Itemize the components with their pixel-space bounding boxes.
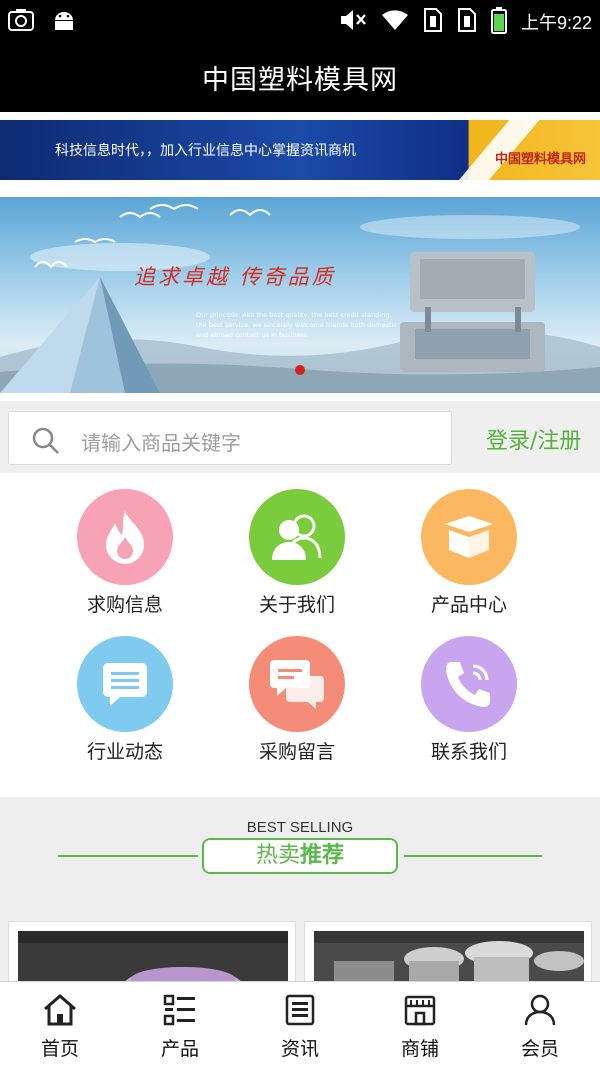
nav-label: 资讯 <box>280 1038 319 1060</box>
nav-label: 商铺 <box>400 1038 439 1060</box>
best-selling-cn-bold: 推荐 <box>300 843 345 868</box>
nav-news[interactable]: 资讯 <box>240 982 360 1067</box>
search-icon <box>31 426 61 460</box>
nav-home[interactable]: 首页 <box>0 982 120 1067</box>
people-icon <box>249 489 345 585</box>
nav-label: 首页 <box>40 1038 79 1060</box>
grid-label: 求购信息 <box>86 594 163 616</box>
grid-label: 采购留言 <box>258 741 335 763</box>
best-selling-cn-normal: 热卖 <box>255 843 300 868</box>
box-icon <box>421 489 517 585</box>
nav-label: 产品 <box>160 1038 199 1060</box>
camera-icon <box>8 8 34 36</box>
android-icon <box>52 8 76 36</box>
nav-store[interactable]: 商铺 <box>360 982 480 1067</box>
hero-background-art <box>0 204 600 393</box>
sim2-icon <box>457 7 477 37</box>
ad-banner[interactable]: 科技信息时代，，加入行业信息中心掌握资讯商机 中国塑料模具网 <box>0 120 600 180</box>
grid-label: 关于我们 <box>258 594 335 616</box>
carousel-dot-active[interactable] <box>295 365 305 375</box>
ad-banner-text: 科技信息时代，，加入行业信息中心掌握资讯商机 <box>55 143 356 159</box>
app-title: 中国塑料模具网 <box>202 64 398 96</box>
flame-icon <box>77 489 173 585</box>
wifi-icon <box>381 8 409 36</box>
grid-item-product-center[interactable]: 产品中心 <box>384 489 554 617</box>
chat-bubbles-icon <box>249 636 345 732</box>
app-header: 中国塑料模具网 <box>0 42 600 112</box>
nav-label: 会员 <box>520 1038 559 1060</box>
nav-products[interactable]: 产品 <box>120 982 240 1067</box>
grid-item-purchase-message[interactable]: 采购留言 <box>212 636 382 764</box>
product-list <box>0 897 600 991</box>
hero-caption: Our principle: Aka the best quality, the… <box>196 311 397 339</box>
status-bar: 上午9:22 <box>0 0 600 42</box>
grid-item-about-us[interactable]: 关于我们 <box>212 489 382 617</box>
nav-member[interactable]: 会员 <box>480 982 600 1067</box>
hero-slogan: 追求卓越 传奇品质 <box>134 265 336 289</box>
best-selling-header: BEST SELLING 热卖推荐 <box>0 797 600 897</box>
grid-item-purchase-info[interactable]: 求购信息 <box>40 489 210 617</box>
mute-icon <box>339 7 367 37</box>
divider <box>404 855 542 857</box>
home-icon <box>0 994 120 1026</box>
grid-label: 产品中心 <box>430 594 507 616</box>
bottom-nav: 首页 产品 资讯 商铺 会员 <box>0 981 600 1067</box>
user-icon <box>480 994 600 1026</box>
grid-item-contact-us[interactable]: 联系我们 <box>384 636 554 764</box>
search-row: 请输入商品关键字 登录/注册 <box>0 401 600 473</box>
best-selling-en: BEST SELLING <box>246 819 354 836</box>
login-register-link[interactable]: 登录/注册 <box>486 423 581 455</box>
category-grid: 求购信息 关于我们 产品中心 行业动态 采购留言 联系我们 <box>0 473 600 797</box>
grid-label: 联系我们 <box>430 741 507 763</box>
message-icon <box>77 636 173 732</box>
battery-icon <box>490 6 507 38</box>
best-selling-title: 热卖推荐 <box>202 838 398 874</box>
store-icon <box>360 994 480 1026</box>
divider <box>58 855 198 857</box>
news-icon <box>240 994 360 1026</box>
clock-time: 上午9:22 <box>520 13 592 33</box>
search-input[interactable]: 请输入商品关键字 <box>8 411 452 465</box>
sim1-icon <box>423 7 443 37</box>
search-placeholder: 请输入商品关键字 <box>81 431 241 455</box>
list-icon <box>120 994 240 1026</box>
ad-banner-brand: 中国塑料模具网 <box>494 152 586 167</box>
grid-item-industry-news[interactable]: 行业动态 <box>40 636 210 764</box>
grid-label: 行业动态 <box>86 741 163 763</box>
hero-carousel[interactable]: 追求卓越 传奇品质 Our principle: Aka the best qu… <box>0 197 600 393</box>
phone-icon <box>421 636 517 732</box>
